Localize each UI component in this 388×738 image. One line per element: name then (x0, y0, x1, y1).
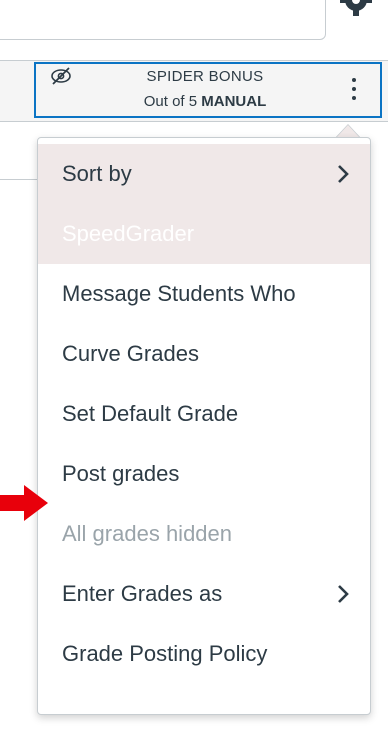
gradebook-view: SPIDER BONUS Out of 5 MANUAL Sort by Spe… (0, 0, 388, 738)
menu-item-post-grades[interactable]: Post grades (38, 444, 370, 504)
menu-item-label: Message Students Who (62, 281, 296, 306)
menu-item-label: Sort by (62, 161, 132, 186)
eye-slash-icon (51, 67, 71, 85)
red-arrow-annotation (0, 485, 48, 521)
menu-item-label: Set Default Grade (62, 401, 239, 426)
grid-row-divider (0, 179, 40, 180)
chevron-right-icon (338, 165, 349, 183)
menu-item-sort-by[interactable]: Sort by (38, 144, 370, 204)
menu-item-label: Enter Grades as (62, 581, 223, 606)
menu-item-label: Post grades (62, 461, 180, 486)
menu-pointer (335, 124, 361, 138)
column-subtitle: Out of 5 MANUAL (100, 93, 310, 110)
menu-item-message-students[interactable]: Message Students Who (38, 264, 370, 324)
assignment-column-header[interactable]: SPIDER BONUS Out of 5 MANUAL (34, 62, 382, 118)
kebab-menu-icon[interactable] (352, 78, 358, 104)
search-input[interactable] (0, 0, 326, 40)
menu-item-set-default-grade[interactable]: Set Default Grade (38, 384, 370, 444)
gear-icon[interactable] (338, 0, 374, 18)
menu-item-label: All grades hidden (62, 521, 233, 546)
menu-item-all-grades-hidden: All grades hidden (38, 504, 370, 564)
menu-item-curve-grades[interactable]: Curve Grades (38, 324, 370, 384)
menu-item-grade-posting-policy[interactable]: Grade Posting Policy (38, 624, 370, 684)
menu-item-speedgrader[interactable]: SpeedGrader (38, 204, 370, 264)
column-title: SPIDER BONUS (146, 68, 264, 85)
menu-item-label: SpeedGrader (62, 221, 195, 246)
chevron-right-icon (338, 585, 349, 603)
menu-item-enter-grades-as[interactable]: Enter Grades as (38, 564, 370, 624)
posting-mode: MANUAL (201, 93, 267, 110)
column-options-menu: Sort by SpeedGrader Message Students Who… (37, 137, 371, 715)
menu-item-label: Curve Grades (62, 341, 199, 366)
points-possible: Out of 5 (143, 93, 198, 110)
menu-item-label: Grade Posting Policy (62, 641, 268, 666)
